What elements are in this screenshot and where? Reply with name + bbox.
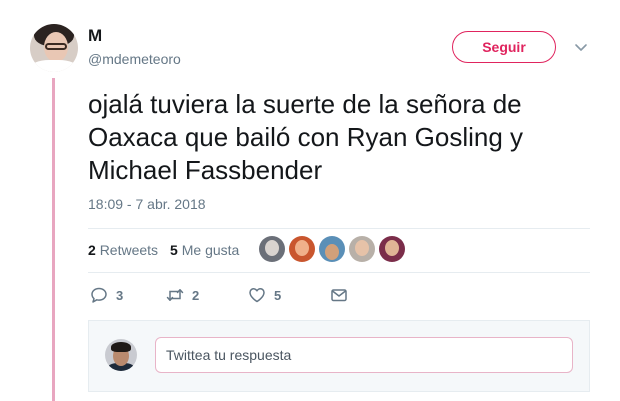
liker-avatar[interactable]	[289, 236, 315, 262]
retweet-action[interactable]: 2	[166, 286, 199, 304]
avatar-hair	[111, 342, 131, 352]
chevron-down-icon[interactable]	[574, 40, 588, 54]
retweets-stat-label: Retweets	[99, 242, 159, 258]
likes-stat-count: 5	[170, 242, 178, 258]
divider	[88, 272, 590, 273]
like-count: 5	[274, 287, 282, 303]
liker-avatar[interactable]	[319, 236, 345, 262]
retweets-stat[interactable]: 2 Retweets	[88, 242, 158, 258]
direct-message-action[interactable]	[330, 286, 348, 304]
author-avatar[interactable]	[30, 24, 78, 72]
author-display-name[interactable]: M	[88, 26, 102, 46]
reply-icon	[91, 287, 107, 303]
current-user-avatar[interactable]	[105, 339, 137, 371]
reply-input[interactable]	[155, 337, 573, 373]
retweet-count: 2	[192, 287, 200, 303]
thread-line	[52, 78, 55, 401]
retweets-stat-count: 2	[88, 242, 96, 258]
likes-stat-label: Me gusta	[181, 242, 240, 258]
liker-avatar[interactable]	[349, 236, 375, 262]
tweet-timestamp[interactable]: 18:09 - 7 abr. 2018	[88, 196, 206, 212]
tweet-text: ojalá tuviera la suerte de la señora de …	[88, 89, 524, 185]
heart-icon	[249, 288, 265, 303]
divider	[88, 228, 590, 229]
reply-count: 3	[116, 287, 124, 303]
envelope-icon	[331, 289, 347, 302]
reply-action[interactable]: 3	[90, 286, 123, 304]
follow-button-label: Seguir	[482, 39, 526, 55]
avatar-shoulder	[30, 60, 78, 72]
likers-avatars	[259, 236, 405, 262]
like-action[interactable]: 5	[248, 286, 281, 304]
follow-button[interactable]: Seguir	[452, 31, 556, 63]
avatar-glasses	[45, 43, 67, 50]
liker-avatar[interactable]	[259, 236, 285, 262]
retweet-icon	[166, 289, 184, 301]
tweet-stats: 2 Retweets 5 Me gusta	[88, 242, 239, 258]
author-handle[interactable]: @mdemeteoro	[88, 51, 181, 67]
likes-stat[interactable]: 5 Me gusta	[170, 242, 239, 258]
liker-avatar[interactable]	[379, 236, 405, 262]
reply-composer	[88, 320, 590, 392]
